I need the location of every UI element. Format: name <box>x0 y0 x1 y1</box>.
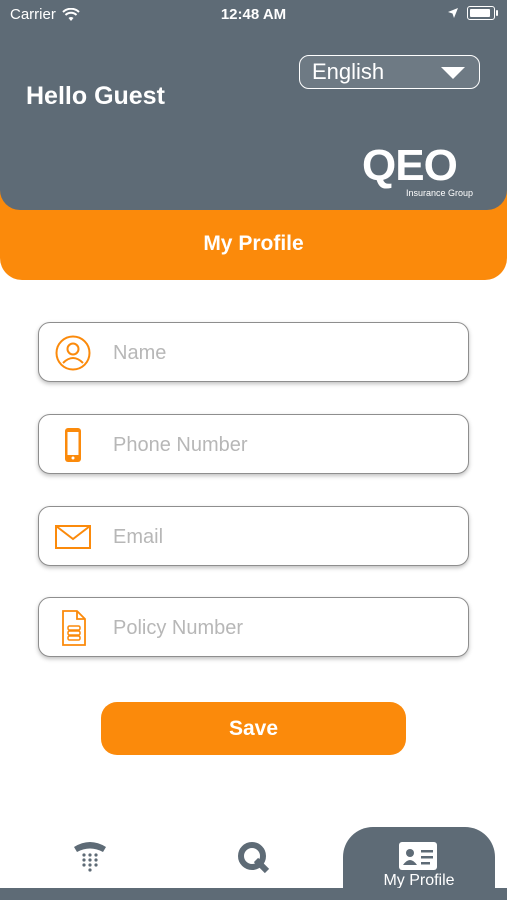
policy-number-field[interactable] <box>38 597 469 657</box>
language-dropdown[interactable]: English <box>299 55 480 89</box>
phone-number-input[interactable] <box>111 429 455 461</box>
status-time: 12:48 AM <box>220 6 287 23</box>
chevron-down-icon <box>441 67 465 79</box>
policy-number-input[interactable] <box>111 612 455 644</box>
logo-subtitle: Insurance Group <box>406 188 474 198</box>
email-input[interactable] <box>111 521 455 553</box>
status-bar: Carrier 12:48 AM <box>0 0 507 28</box>
logo-wordmark: QEO <box>362 141 458 190</box>
envelope-icon <box>55 525 91 549</box>
status-right <box>447 6 498 20</box>
name-field[interactable] <box>38 322 469 382</box>
id-card-icon <box>399 842 437 870</box>
tab-bar: My Profile <box>0 820 507 900</box>
email-field[interactable] <box>38 506 469 566</box>
document-icon <box>62 610 86 646</box>
tab-contact[interactable] <box>40 820 140 888</box>
page-title: My Profile <box>203 232 304 255</box>
name-input[interactable] <box>111 337 455 369</box>
greeting-text: Hello Guest <box>26 82 165 110</box>
save-button[interactable]: Save <box>101 702 406 755</box>
phone-icon <box>65 428 81 462</box>
header: Carrier 12:48 AM Hello Guest English QEO… <box>0 0 507 210</box>
telephone-icon <box>74 842 106 872</box>
phone-field[interactable] <box>38 414 469 474</box>
qeo-logo: QEO Insurance Group <box>362 144 482 200</box>
tab-bar-bottom-strip <box>0 888 507 900</box>
tab-home[interactable] <box>203 820 303 888</box>
location-arrow-icon <box>448 8 458 18</box>
user-icon <box>55 335 91 371</box>
battery-icon <box>467 6 498 20</box>
q-logo-icon <box>238 842 270 874</box>
language-selected-value: English <box>312 59 385 84</box>
